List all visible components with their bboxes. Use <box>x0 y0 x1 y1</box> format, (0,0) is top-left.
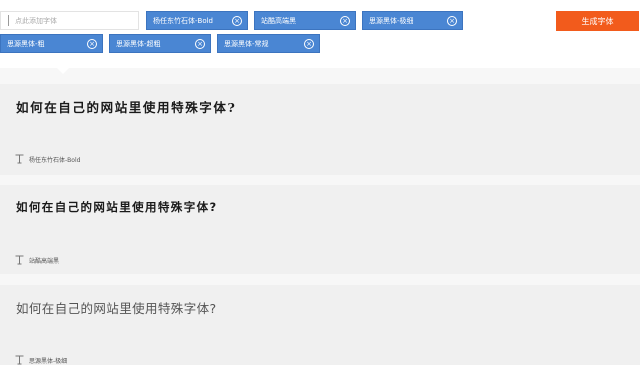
font-icon <box>15 154 24 164</box>
close-icon[interactable]: × <box>87 39 97 49</box>
font-tag-label: 思源黑体-极细 <box>369 16 414 25</box>
font-tag-label: 思源黑体-超粗 <box>116 39 161 48</box>
font-tag[interactable]: 思源黑体-极细 × <box>362 11 463 30</box>
font-search-input[interactable] <box>15 16 125 25</box>
font-meta: 杨任东竹石体-Bold <box>15 154 80 164</box>
font-search-field[interactable] <box>0 11 139 30</box>
preview-sample-text: 如何在自己的网站里使用特殊字体? <box>16 100 237 115</box>
font-preview-card: 如何在自己的网站里使用特殊字体? 思源黑体-极细 <box>0 285 640 365</box>
preview-font-name: 站酷高端黑 <box>29 257 60 265</box>
font-tag[interactable]: 站酷高端黑 × <box>254 11 356 30</box>
generate-font-button[interactable]: 生成字体 <box>556 11 639 31</box>
close-icon[interactable]: × <box>340 16 350 26</box>
preview-font-name: 思源黑体-极细 <box>29 357 68 365</box>
font-tag[interactable]: 思源黑体-超粗 × <box>109 34 211 53</box>
font-tag[interactable]: 杨任东竹石体-Bold × <box>146 11 248 30</box>
preview-font-name: 杨任东竹石体-Bold <box>29 156 81 164</box>
preview-sample-text: 如何在自己的网站里使用特殊字体? <box>16 301 217 316</box>
font-tag-label: 思源黑体-粗 <box>7 39 45 48</box>
font-icon <box>15 255 24 265</box>
preview-sample-text: 如何在自己的网站里使用特殊字体? <box>16 200 218 214</box>
close-icon[interactable]: × <box>304 39 314 49</box>
close-icon[interactable]: × <box>232 16 242 26</box>
font-tag[interactable]: 思源黑体-常规 × <box>217 34 320 53</box>
toolbar: 杨任东竹石体-Bold × 站酷高端黑 × 思源黑体-极细 × 思源黑体-粗 ×… <box>0 0 640 74</box>
font-tag[interactable]: 思源黑体-粗 × <box>0 34 103 53</box>
text-cursor-icon <box>8 15 9 26</box>
font-tag-label: 站酷高端黑 <box>261 16 296 25</box>
font-tag-label: 杨任东竹石体-Bold <box>153 16 213 25</box>
font-meta: 站酷高端黑 <box>15 255 59 265</box>
close-icon[interactable]: × <box>195 39 205 49</box>
font-preview-card: 如何在自己的网站里使用特殊字体? 站酷高端黑 <box>0 185 640 274</box>
font-meta: 思源黑体-极细 <box>15 355 67 365</box>
font-preview-card: 如何在自己的网站里使用特殊字体? 杨任东竹石体-Bold <box>0 84 640 175</box>
font-tag-label: 思源黑体-常规 <box>224 39 269 48</box>
font-icon <box>15 355 24 365</box>
close-icon[interactable]: × <box>447 16 457 26</box>
